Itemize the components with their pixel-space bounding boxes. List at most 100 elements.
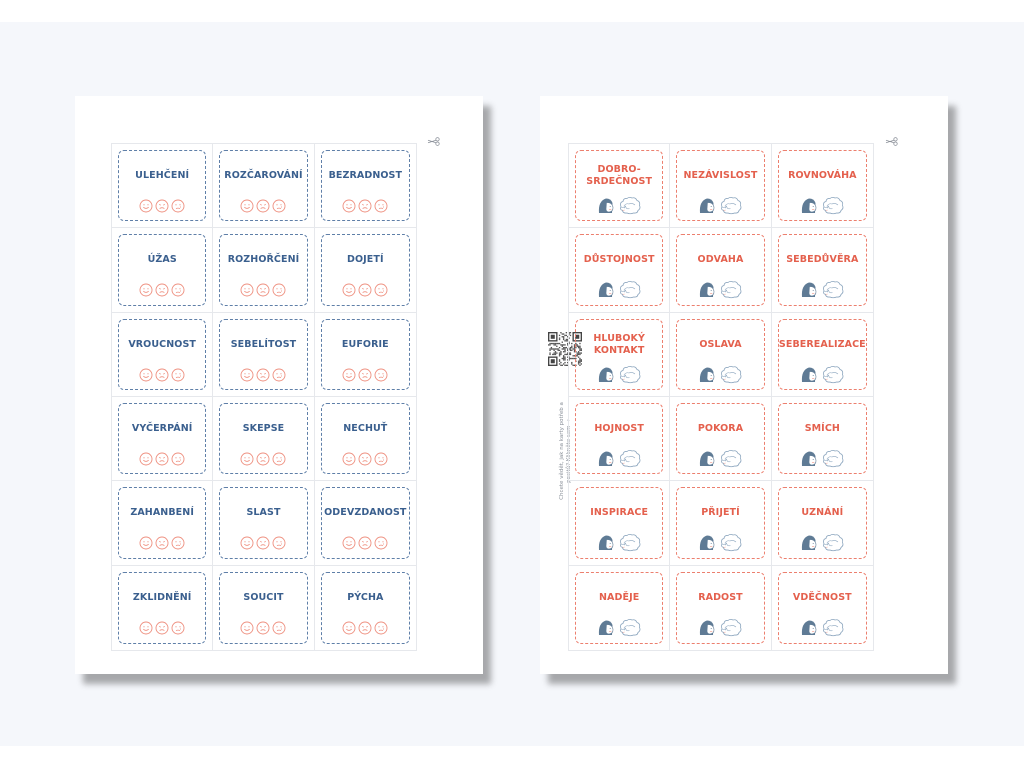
people-heads	[596, 448, 642, 468]
curly-haired-head-icon	[823, 281, 844, 299]
card-cell: ZAHANBENÍ	[112, 481, 214, 566]
need-card: HOJNOST	[575, 403, 664, 475]
card-cell: BEZRADNOST	[314, 144, 416, 229]
sad-face-icon	[273, 283, 286, 297]
mood-faces	[240, 368, 286, 382]
curly-haired-head-icon	[823, 365, 844, 383]
curly-haired-head-icon	[620, 449, 641, 468]
sad-face-icon	[171, 199, 185, 213]
card-cell: NECHUŤ	[314, 397, 416, 482]
curly-haired-head-icon	[620, 365, 641, 383]
feeling-card: DOJETÍ	[320, 234, 410, 306]
people-heads	[697, 364, 743, 384]
need-card: SEBEREALIZACE	[777, 318, 867, 390]
mood-faces	[139, 536, 185, 550]
smile-face-icon	[139, 452, 153, 466]
dark-haired-head-icon	[599, 282, 614, 298]
neutral-face-icon	[257, 283, 270, 297]
dark-haired-head-icon	[599, 367, 614, 382]
card-cell: HOJNOST	[569, 397, 671, 482]
sad-face-icon	[171, 536, 185, 550]
neutral-face-icon	[155, 621, 169, 635]
feeling-card: BEZRADNOST	[320, 150, 410, 222]
feeling-card: ULEHČENÍ	[118, 150, 207, 222]
neutral-face-icon	[358, 621, 372, 635]
feeling-card-word: SEBELÍTOST	[230, 338, 297, 350]
smile-face-icon	[342, 452, 356, 466]
card-cell: SKEPSE	[213, 397, 315, 482]
feeling-card-word: VYČERPÁNÍ	[131, 423, 193, 434]
sad-face-icon	[273, 621, 286, 635]
feeling-card-word: NECHUŤ	[343, 423, 388, 434]
feeling-card: ROZČAROVÁNÍ	[219, 150, 308, 222]
need-card-word: SEBEDŮVĚRA	[786, 254, 859, 266]
neutral-face-icon	[358, 536, 372, 550]
dark-haired-head-icon	[700, 451, 715, 466]
neutral-face-icon	[257, 536, 270, 550]
sad-face-icon	[171, 283, 185, 297]
feeling-card-word: ZAHANBENÍ	[130, 507, 194, 519]
neutral-face-icon	[257, 368, 270, 382]
curly-haired-head-icon	[721, 196, 742, 215]
need-card-word: SEBEREALIZACE	[778, 338, 866, 350]
mood-faces	[342, 452, 388, 466]
need-card: ODVAHA	[676, 234, 765, 306]
dark-haired-head-icon	[700, 282, 715, 298]
feeling-card: VROUCNOST	[118, 318, 207, 390]
need-card: OSLAVA	[676, 318, 765, 390]
card-cell: OSLAVA	[670, 312, 772, 397]
card-cell: ÚŽAS	[112, 228, 214, 313]
smile-face-icon	[139, 621, 153, 635]
people-heads	[799, 532, 845, 552]
dark-haired-head-icon	[700, 620, 715, 635]
need-card-word: UZNÁNÍ	[801, 507, 844, 519]
card-cell: ROZHOŘČENÍ	[213, 228, 315, 313]
dark-haired-head-icon	[802, 367, 817, 382]
smile-face-icon	[342, 621, 356, 635]
need-card: NEZÁVISLOST	[676, 150, 765, 222]
smile-face-icon	[241, 283, 254, 297]
mood-faces	[342, 199, 388, 213]
sad-face-icon	[171, 368, 185, 382]
curly-haired-head-icon	[721, 281, 742, 299]
feeling-card: EUFORIE	[320, 318, 410, 390]
mood-faces	[139, 199, 185, 213]
mood-faces	[342, 621, 388, 635]
mood-faces	[139, 452, 185, 466]
dark-haired-head-icon	[802, 620, 817, 635]
mood-faces	[342, 283, 388, 297]
feeling-card-word: ROZHOŘČENÍ	[227, 254, 300, 266]
card-cell: SOUCIT	[213, 565, 315, 650]
need-card-word: SMÍCH	[804, 423, 840, 434]
curly-haired-head-icon	[721, 365, 742, 383]
feeling-card-word: ZKLIDNĚNÍ	[132, 591, 192, 603]
neutral-face-icon	[155, 199, 169, 213]
smile-face-icon	[342, 199, 356, 213]
dark-haired-head-icon	[599, 535, 614, 551]
need-card: HLUBOKÝ KONTAKT	[575, 318, 664, 390]
need-card: INSPIRACE	[575, 487, 664, 559]
feeling-card: ZAHANBENÍ	[118, 487, 207, 559]
sad-face-icon	[171, 621, 185, 635]
neutral-face-icon	[358, 452, 372, 466]
curly-haired-head-icon	[721, 534, 742, 552]
card-cell: PÝCHA	[315, 566, 416, 650]
neutral-face-icon	[358, 283, 372, 297]
card-cell: ZKLIDNĚNÍ	[112, 565, 214, 650]
need-card: POKORA	[676, 403, 765, 475]
need-card-word: NEZÁVISLOST	[683, 170, 758, 181]
sad-face-icon	[374, 452, 388, 466]
card-cell: NEZÁVISLOST	[670, 144, 772, 229]
smile-face-icon	[139, 536, 153, 550]
people-heads	[596, 195, 642, 215]
feeling-card: ROZHOŘČENÍ	[219, 234, 308, 306]
feeling-card: ODEVZDANOST	[320, 487, 410, 559]
feeling-card-word: ULEHČENÍ	[135, 170, 190, 181]
people-heads	[697, 617, 743, 637]
neutral-face-icon	[155, 452, 169, 466]
card-cell: ODVAHA	[670, 228, 772, 313]
need-card-word: INSPIRACE	[590, 507, 649, 519]
feeling-card-word: SOUCIT	[243, 591, 284, 603]
feeling-card: SOUCIT	[219, 571, 308, 644]
curly-haired-head-icon	[721, 449, 742, 468]
